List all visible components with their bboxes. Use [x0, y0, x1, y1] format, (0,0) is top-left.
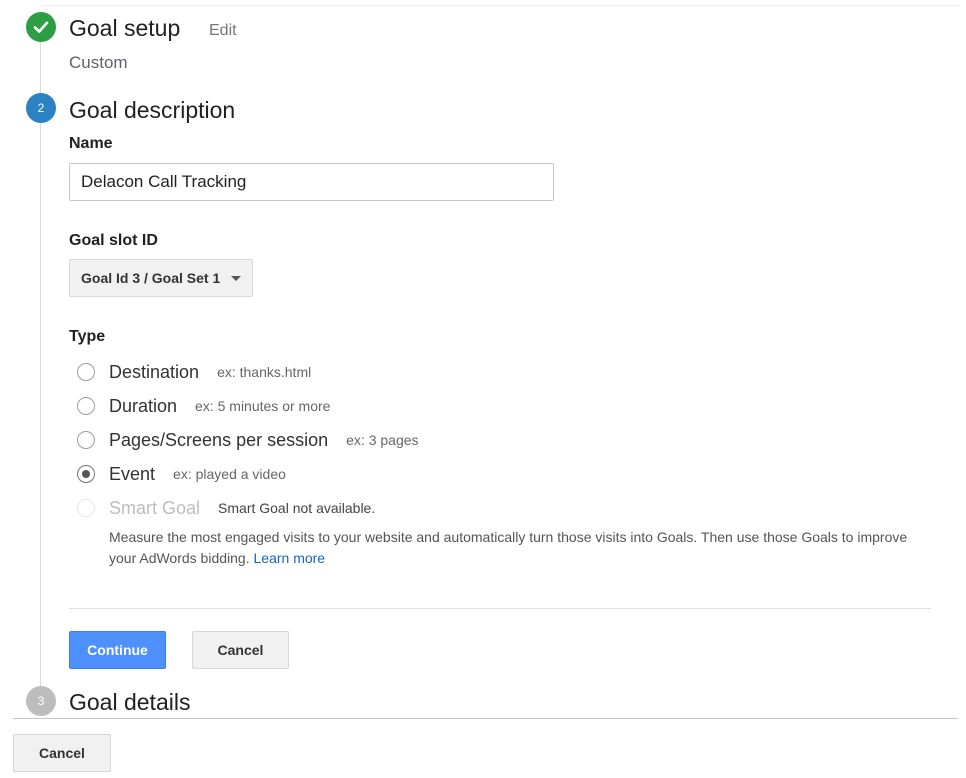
- type-option-example: ex: 5 minutes or more: [195, 398, 331, 414]
- step-number-badge: 3: [26, 686, 56, 716]
- step-number-badge: 2: [26, 93, 56, 123]
- type-option-duration[interactable]: Duration ex: 5 minutes or more: [77, 394, 330, 418]
- goal-slot-label: Goal slot ID: [69, 232, 158, 249]
- goal-name-input[interactable]: [69, 163, 554, 201]
- goal-description-title: Goal description: [69, 97, 236, 123]
- radio-button[interactable]: [77, 431, 95, 449]
- footer-divider: [13, 718, 958, 719]
- goal-slot-dropdown[interactable]: Goal Id 3 / Goal Set 1: [69, 259, 253, 297]
- radio-button[interactable]: [77, 363, 95, 381]
- goal-details-title: Goal details: [69, 689, 191, 715]
- type-option-pages-per-session[interactable]: Pages/Screens per session ex: 3 pages: [77, 428, 419, 452]
- name-label: Name: [69, 135, 113, 152]
- smart-goal-description: Measure the most engaged visits to your …: [109, 527, 929, 569]
- type-label: Type: [69, 328, 106, 345]
- radio-button-disabled: [77, 499, 95, 517]
- type-option-example: ex: played a video: [173, 466, 286, 482]
- step-connector-line: [40, 123, 41, 687]
- type-option-smart-goal: Smart Goal Smart Goal not available.: [77, 496, 375, 520]
- goal-setup-title: Goal setup: [69, 15, 181, 41]
- step-connector-line: [40, 42, 41, 94]
- section-divider: [69, 608, 931, 609]
- type-option-label: Pages/Screens per session: [109, 429, 329, 450]
- goal-slot-value: Goal Id 3 / Goal Set 1: [81, 270, 221, 286]
- type-option-event[interactable]: Event ex: played a video: [77, 462, 286, 486]
- cancel-button[interactable]: Cancel: [192, 631, 289, 669]
- goal-setup-edit-link[interactable]: Edit: [209, 22, 237, 40]
- goal-setup-value: Custom: [69, 53, 128, 72]
- continue-button[interactable]: Continue: [69, 631, 166, 669]
- footer-cancel-button[interactable]: Cancel: [13, 734, 111, 772]
- type-option-example: ex: thanks.html: [217, 364, 312, 380]
- radio-button[interactable]: [77, 397, 95, 415]
- smart-goal-description-text: Measure the most engaged visits to your …: [109, 529, 908, 566]
- step-complete-check-icon: [26, 12, 56, 42]
- type-option-example: Smart Goal not available.: [218, 500, 376, 516]
- type-option-label: Destination: [109, 361, 200, 382]
- learn-more-link[interactable]: Learn more: [254, 550, 326, 566]
- type-option-destination[interactable]: Destination ex: thanks.html: [77, 360, 311, 384]
- type-option-label: Smart Goal: [109, 497, 201, 518]
- radio-button-selected[interactable]: [77, 465, 95, 483]
- top-divider: [42, 5, 960, 6]
- type-option-label: Duration: [109, 395, 178, 416]
- type-option-label: Event: [109, 463, 156, 484]
- dropdown-arrow-icon: [231, 275, 241, 281]
- type-option-example: ex: 3 pages: [346, 432, 419, 448]
